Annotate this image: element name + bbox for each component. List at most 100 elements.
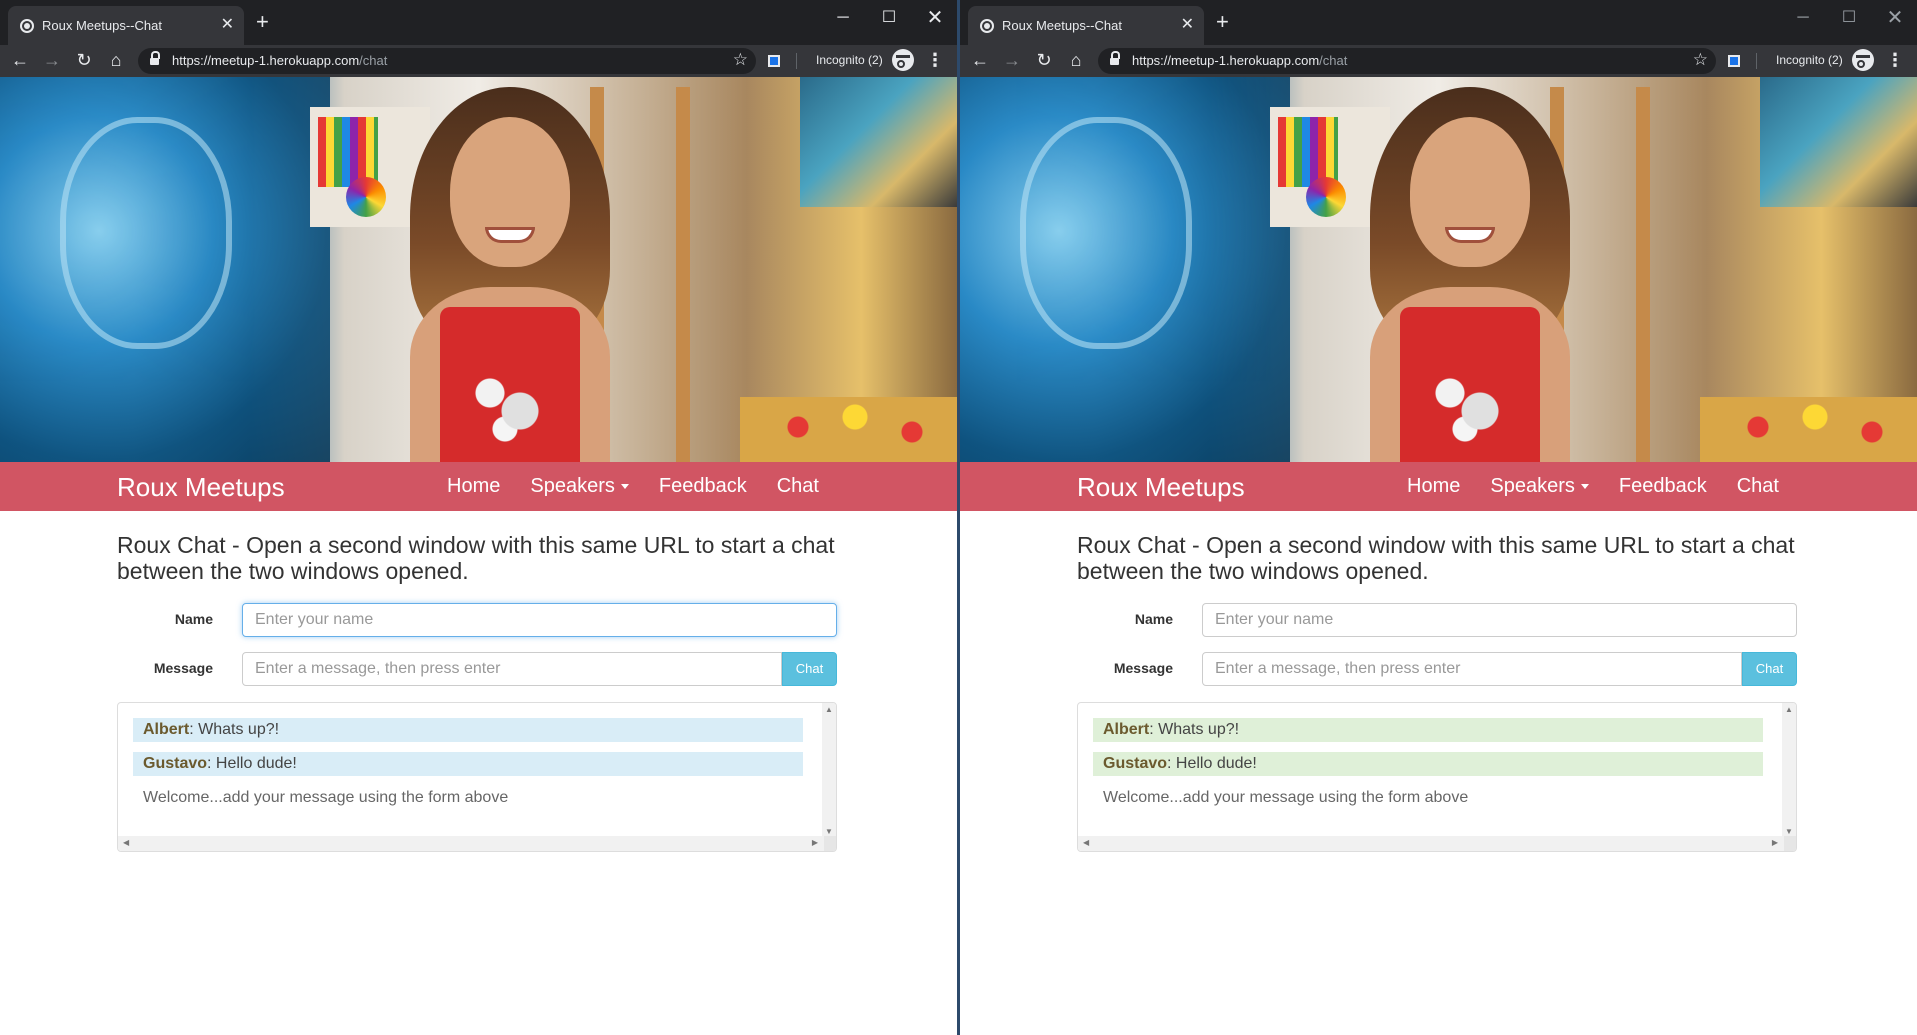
home-icon[interactable]: ⌂ xyxy=(1064,49,1088,71)
address-bar[interactable]: https://meetup-1.herokuapp.com/chat ☆ xyxy=(1098,48,1716,74)
address-bar[interactable]: https://meetup-1.herokuapp.com/chat ☆ xyxy=(138,48,756,74)
message-sender: Gustavo xyxy=(143,755,208,772)
scroll-left-icon[interactable]: ◀ xyxy=(123,838,129,847)
back-icon[interactable]: ← xyxy=(968,49,992,71)
extension-icon[interactable] xyxy=(768,55,780,67)
name-label: Name xyxy=(174,611,213,627)
favicon-icon xyxy=(20,19,34,33)
reload-icon[interactable]: ↻ xyxy=(72,49,96,71)
toolbar-separator xyxy=(796,53,797,69)
face xyxy=(1410,117,1530,267)
nav-speakers[interactable]: Speakers xyxy=(515,475,644,498)
chat-button[interactable]: Chat xyxy=(782,652,837,686)
tab-title: Roux Meetups--Chat xyxy=(42,18,162,33)
message-text: : Hello dude! xyxy=(1167,755,1257,772)
vertical-scrollbar[interactable]: ▲ ▼ xyxy=(1782,703,1796,838)
message-input[interactable] xyxy=(242,652,782,686)
scroll-left-icon[interactable]: ◀ xyxy=(1083,838,1089,847)
url-host: https://meetup-1.herokuapp.com xyxy=(1132,53,1320,68)
message-text: : Whats up?! xyxy=(1149,721,1240,738)
wheel xyxy=(346,177,386,217)
name-input[interactable] xyxy=(1202,603,1797,637)
forward-icon[interactable]: → xyxy=(40,49,64,71)
home-icon[interactable]: ⌂ xyxy=(104,49,128,71)
wheel xyxy=(1306,177,1346,217)
horizontal-scrollbar[interactable]: ◀ ▶ xyxy=(1078,836,1796,851)
vertical-scrollbar[interactable]: ▲ ▼ xyxy=(822,703,836,838)
message-input[interactable] xyxy=(1202,652,1742,686)
nav-speakers-label: Speakers xyxy=(1490,475,1575,497)
nav-home[interactable]: Home xyxy=(1392,475,1475,498)
maximize-button[interactable]: ☐ xyxy=(869,6,909,30)
caret-down-icon xyxy=(620,484,629,490)
favicon-icon xyxy=(980,19,994,33)
forward-icon[interactable]: → xyxy=(1000,49,1024,71)
bookmark-star-icon[interactable]: ☆ xyxy=(733,50,748,70)
scroll-down-icon[interactable]: ▼ xyxy=(1785,827,1793,836)
minimize-button[interactable]: ─ xyxy=(823,6,863,30)
nav-feedback[interactable]: Feedback xyxy=(644,475,762,498)
toolbar-separator xyxy=(1756,53,1757,69)
browser-tab[interactable]: Roux Meetups--Chat ✕ xyxy=(968,6,1204,45)
scroll-up-icon[interactable]: ▲ xyxy=(825,705,833,714)
close-tab-icon[interactable]: ✕ xyxy=(1181,15,1194,35)
name-label: Name xyxy=(1134,611,1173,627)
url-path: /chat xyxy=(1319,53,1348,68)
name-input[interactable] xyxy=(242,603,837,637)
scroll-right-icon[interactable]: ▶ xyxy=(1772,838,1778,847)
menu-icon[interactable]: ⋮ xyxy=(926,49,944,71)
extension-icon[interactable] xyxy=(1728,55,1740,67)
new-tab-button[interactable]: + xyxy=(1216,9,1229,35)
incognito-label[interactable]: Incognito (2) xyxy=(1776,53,1843,67)
nav-home[interactable]: Home xyxy=(432,475,515,498)
horizontal-scrollbar[interactable]: ◀ ▶ xyxy=(118,836,836,851)
browser-toolbar: ← → ↻ ⌂ https://meetup-1.herokuapp.com/c… xyxy=(0,45,957,77)
close-window-button[interactable]: ✕ xyxy=(1875,6,1915,30)
incognito-icon[interactable] xyxy=(892,49,914,71)
minimize-button[interactable]: ─ xyxy=(1783,6,1823,30)
close-window-button[interactable]: ✕ xyxy=(915,6,955,30)
scroll-up-icon[interactable]: ▲ xyxy=(1785,705,1793,714)
face xyxy=(450,117,570,267)
chat-log[interactable]: Albert: Whats up?! Gustavo: Hello dude! … xyxy=(1077,702,1797,852)
hero-image xyxy=(960,77,1917,462)
person xyxy=(1370,87,1570,462)
message-text: : Hello dude! xyxy=(207,755,297,772)
maximize-button[interactable]: ☐ xyxy=(1829,6,1869,30)
chat-message: Albert: Whats up?! xyxy=(133,718,803,742)
browser-tab[interactable]: Roux Meetups--Chat ✕ xyxy=(8,6,244,45)
browser-window-left: Roux Meetups--Chat ✕ + ─ ☐ ✕ ← → ↻ ⌂ htt… xyxy=(0,0,957,1035)
lock-icon[interactable] xyxy=(1110,51,1120,66)
reload-icon[interactable]: ↻ xyxy=(1032,49,1056,71)
nav-feedback[interactable]: Feedback xyxy=(1604,475,1722,498)
incognito-label[interactable]: Incognito (2) xyxy=(816,53,883,67)
message-sender: Gustavo xyxy=(1103,755,1168,772)
nav-speakers[interactable]: Speakers xyxy=(1475,475,1604,498)
url-text[interactable]: https://meetup-1.herokuapp.com/chat xyxy=(1132,53,1347,68)
chat-button[interactable]: Chat xyxy=(1742,652,1797,686)
message-row: Message Chat xyxy=(1077,652,1797,686)
chat-message: Albert: Whats up?! xyxy=(1093,718,1763,742)
url-text[interactable]: https://meetup-1.herokuapp.com/chat xyxy=(172,53,387,68)
menu-icon[interactable]: ⋮ xyxy=(1886,49,1904,71)
close-tab-icon[interactable]: ✕ xyxy=(221,15,234,35)
brand-link[interactable]: Roux Meetups xyxy=(1077,472,1245,503)
hero-image xyxy=(0,77,957,462)
url-path: /chat xyxy=(359,53,388,68)
brand-link[interactable]: Roux Meetups xyxy=(117,472,285,503)
lock-icon[interactable] xyxy=(150,51,160,66)
scroll-corner xyxy=(1784,836,1796,851)
painting-top xyxy=(800,77,957,207)
nav-menu: Home Speakers Feedback Chat xyxy=(432,462,834,511)
incognito-icon[interactable] xyxy=(1852,49,1874,71)
new-tab-button[interactable]: + xyxy=(256,9,269,35)
scroll-right-icon[interactable]: ▶ xyxy=(812,838,818,847)
chat-log[interactable]: Albert: Whats up?! Gustavo: Hello dude! … xyxy=(117,702,837,852)
welcome-message: Welcome...add your message using the for… xyxy=(143,789,509,806)
bookmark-star-icon[interactable]: ☆ xyxy=(1693,50,1708,70)
scroll-down-icon[interactable]: ▼ xyxy=(825,827,833,836)
nav-chat[interactable]: Chat xyxy=(762,475,834,498)
nav-chat[interactable]: Chat xyxy=(1722,475,1794,498)
name-row: Name xyxy=(1077,603,1797,637)
back-icon[interactable]: ← xyxy=(8,49,32,71)
